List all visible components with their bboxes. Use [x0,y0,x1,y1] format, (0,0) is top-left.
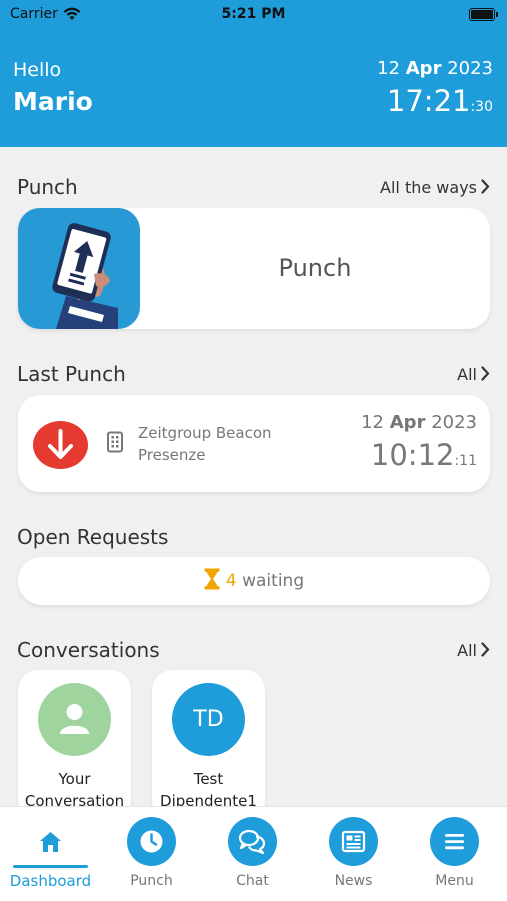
tab-label: Punch [130,873,173,889]
user-name: Mario [13,87,93,116]
header-clock: 17:21:30 [387,84,493,118]
tab-label: News [334,873,373,889]
punch-section-title: Punch [17,175,78,199]
punch-phone-illustration [18,208,140,329]
open-requests-summary: 4 waiting [18,557,490,605]
chevron-right-icon [481,366,490,385]
avatar-initials: TD [172,683,245,756]
tab-label: Dashboard [9,872,92,890]
tab-dashboard[interactable]: Dashboard [0,807,101,901]
conversations-all-link[interactable]: All [457,641,490,661]
last-punch-location-line1: Zeitgroup Beacon [138,424,272,442]
conversation-card-your[interactable]: Your Conversation [18,670,131,820]
app-header: Carrier 5:21 PM Hello Mario 12 Apr 2023 … [0,0,507,147]
punch-card[interactable]: Punch [18,208,490,329]
header-date-year: 2023 [447,58,493,79]
header-clock-seconds: :30 [470,99,493,115]
last-punch-time-seconds: :11 [454,453,477,469]
greeting: Hello [13,59,62,81]
battery-icon [469,8,498,21]
tab-label: Menu [435,873,474,889]
header-date-day: 12 [377,58,401,79]
tab-chat[interactable]: Chat [202,807,303,901]
status-bar: Carrier 5:21 PM [0,5,507,25]
status-time: 5:21 PM [221,6,286,22]
menu-icon [430,817,479,866]
active-tab-indicator [13,865,88,868]
conversations-all-label: All [457,641,477,660]
tab-punch[interactable]: Punch [101,807,202,901]
punch-card-label: Punch [278,254,352,282]
punch-out-arrow-icon [33,421,88,469]
last-punch-card[interactable]: Zeitgroup Beacon Presenze 12 Apr 2023 10… [18,395,490,492]
last-punch-location-line2: Presenze [138,446,206,464]
open-requests-title: Open Requests [17,525,169,549]
header-date: 12 Apr 2023 [377,58,493,79]
conversation-name-line1: Your [58,770,91,788]
news-icon [329,817,378,866]
tab-news[interactable]: News [303,807,404,901]
conversations-title: Conversations [17,638,160,662]
last-punch-date-year: 2023 [431,412,477,433]
last-punch-title: Last Punch [17,362,126,386]
chevron-right-icon [481,179,490,198]
header-clock-hm: 17:21 [386,84,471,118]
last-punch-date-month: Apr [389,412,426,433]
tab-menu[interactable]: Menu [404,807,505,901]
building-icon [106,431,124,457]
waiting-label: waiting [242,571,305,591]
last-punch-time: 10:12:11 [371,438,477,472]
tab-label: Chat [236,873,269,889]
waiting-count: 4 [225,571,237,591]
last-punch-date-day: 12 [361,412,385,433]
conversation-card-test[interactable]: TD Test Dipendente1 [152,670,265,820]
last-punch-time-hm: 10:12 [370,438,455,472]
last-punch-all-label: All [457,365,477,384]
chat-icon [228,817,277,866]
all-the-ways-link[interactable]: All the ways [380,178,490,198]
last-punch-all-link[interactable]: All [457,365,490,385]
conversation-name-line1: Test [193,770,224,788]
chevron-right-icon [481,642,490,661]
clock-icon [127,817,176,866]
all-the-ways-label: All the ways [380,178,477,197]
home-icon [26,817,75,866]
open-requests-card[interactable]: 4 waiting [18,557,490,605]
hourglass-icon [204,568,220,590]
person-icon [38,683,111,756]
last-punch-location: Zeitgroup Beacon Presenze [138,422,272,466]
last-punch-date: 12 Apr 2023 [361,412,477,433]
header-date-month: Apr [405,58,442,79]
tab-bar: Dashboard Punch Chat News Menu [0,806,507,901]
